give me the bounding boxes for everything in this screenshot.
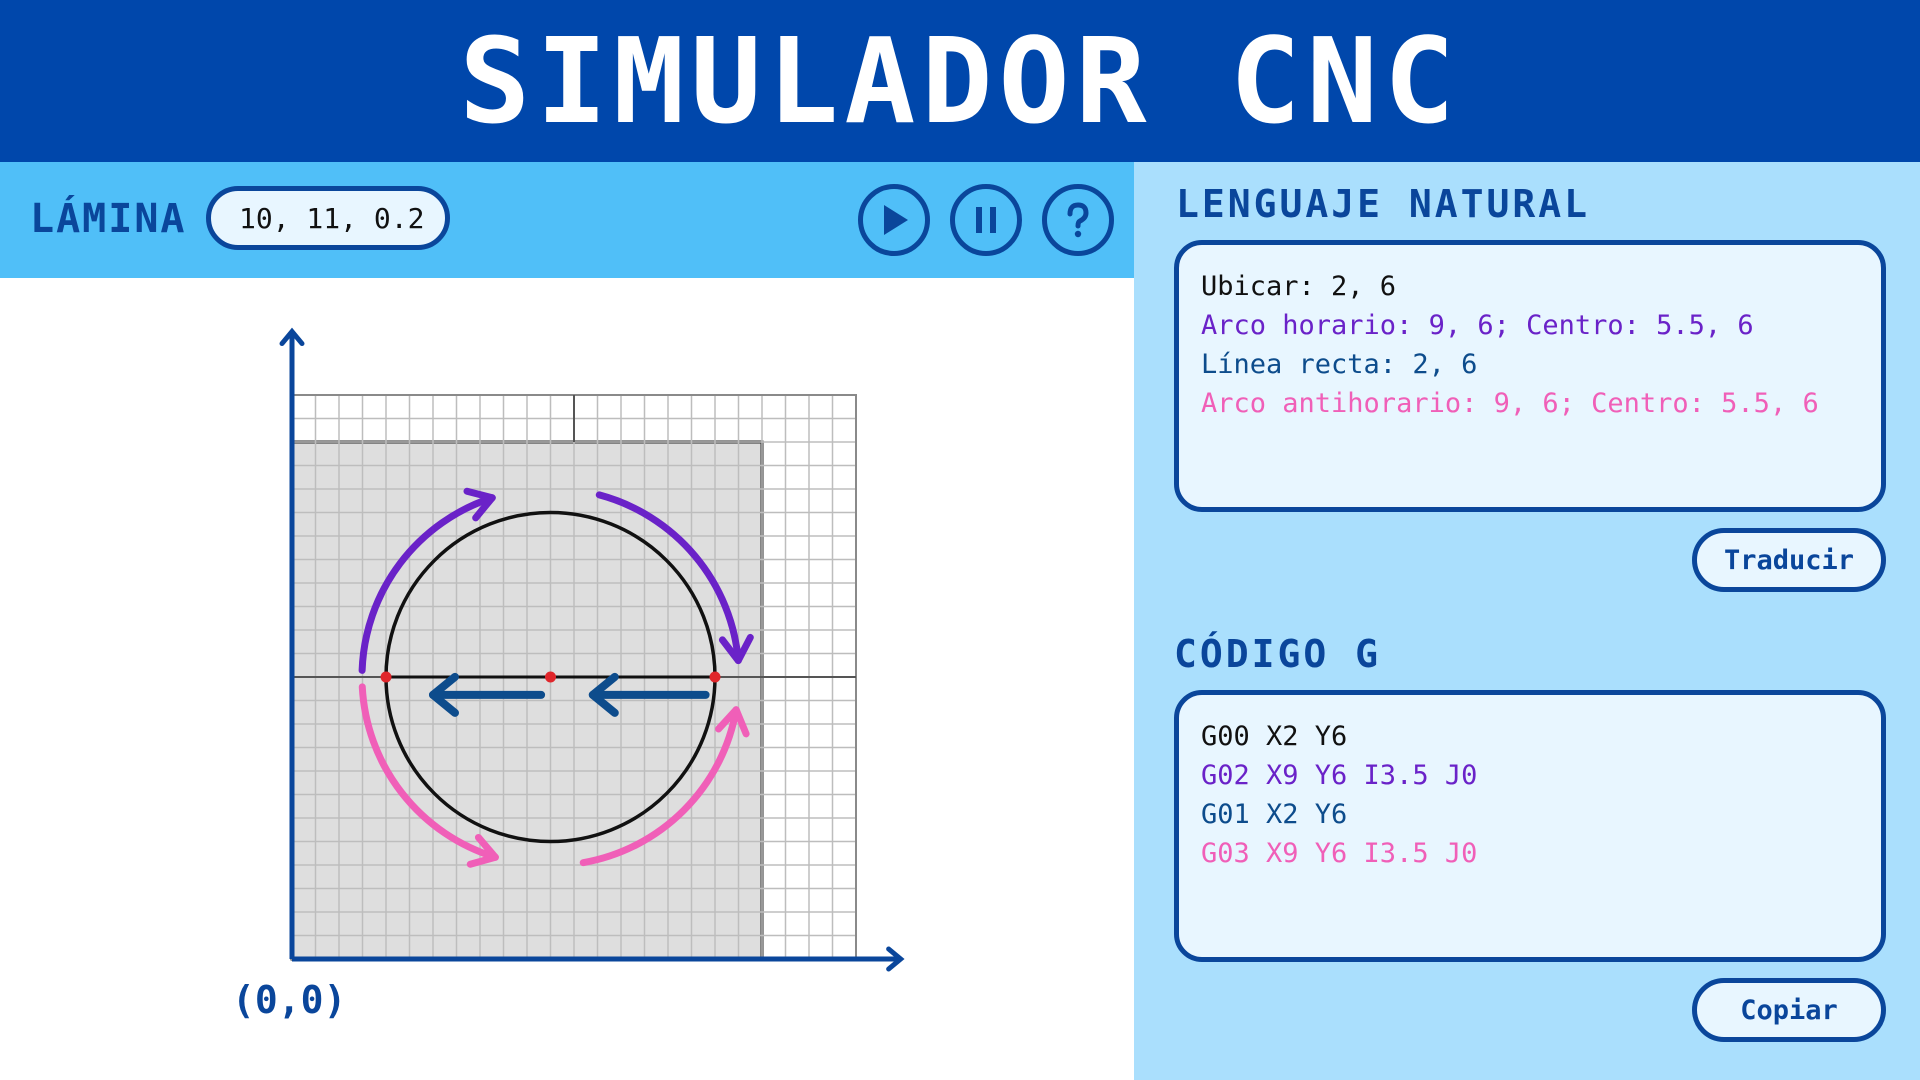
natural-language-title: LENGUAJE NATURAL <box>1176 182 1591 226</box>
help-icon <box>1067 202 1089 238</box>
nl-line: Ubicar: 2, 6 <box>1201 271 1397 302</box>
nl-line: Arco horario: 9, 6; Centro: 5.5, 6 <box>1201 310 1754 341</box>
gcode-line: G02 X9 Y6 I3.5 J0 <box>1201 760 1478 791</box>
gcode-line: G03 X9 Y6 I3.5 J0 <box>1201 838 1478 869</box>
origin-label: (0,0) <box>232 978 347 1022</box>
copy-button[interactable]: Copiar <box>1692 978 1886 1042</box>
toolpath-point <box>380 671 392 683</box>
toolbar: LÁMINA <box>0 162 1134 278</box>
gcode-line: G00 X2 Y6 <box>1201 721 1348 752</box>
nl-line: Arco antihorario: 9, 6; Centro: 5.5, 6 <box>1201 388 1819 419</box>
toolpath-point <box>709 671 721 683</box>
app-title: SIMULADOR CNC <box>459 12 1461 150</box>
gcode-editor[interactable]: G00 X2 Y6 G02 X9 Y6 I3.5 J0 G01 X2 Y6 G0… <box>1174 690 1886 962</box>
lamina-label: LÁMINA <box>30 196 187 242</box>
workspace <box>0 278 1134 1080</box>
pause-icon <box>976 207 996 233</box>
translate-button[interactable]: Traducir <box>1692 528 1886 592</box>
lamina-input[interactable] <box>206 186 450 250</box>
play-button[interactable] <box>858 184 930 256</box>
right-panel: LENGUAJE NATURAL Ubicar: 2, 6 Arco horar… <box>1134 162 1920 1080</box>
help-button[interactable] <box>1042 184 1114 256</box>
gcode-line: G01 X2 Y6 <box>1201 799 1348 830</box>
nl-line: Línea recta: 2, 6 <box>1201 349 1478 380</box>
cnc-canvas[interactable] <box>0 278 1134 1080</box>
pause-button[interactable] <box>950 184 1022 256</box>
app-header: SIMULADOR CNC <box>0 0 1920 162</box>
toolpath-point <box>545 671 556 683</box>
natural-language-editor[interactable]: Ubicar: 2, 6 Arco horario: 9, 6; Centro:… <box>1174 240 1886 512</box>
play-icon <box>884 205 908 235</box>
gcode-title: CÓDIGO G <box>1174 632 1382 676</box>
